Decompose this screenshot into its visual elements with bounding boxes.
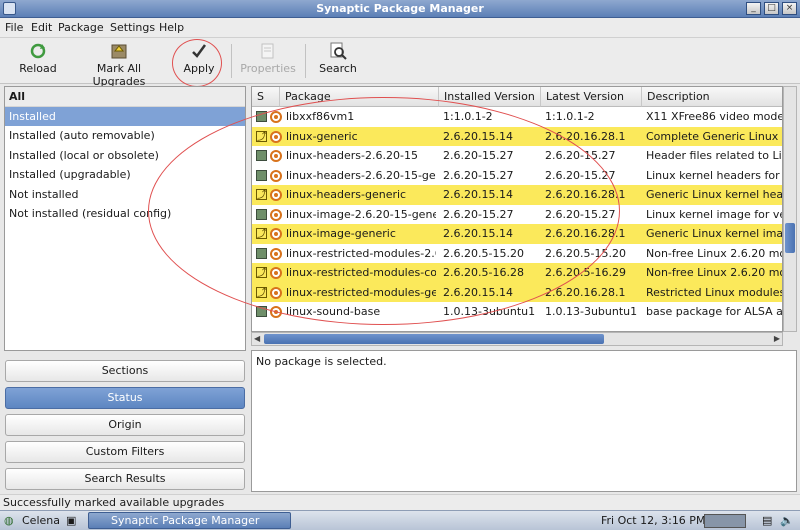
taskbar: ◍ Celena ▣ Synaptic Package Manager Fri …	[0, 510, 800, 530]
maximize-icon[interactable]: □	[764, 2, 779, 15]
packages-annotation-ellipse	[148, 97, 620, 325]
menu-package[interactable]: Package	[58, 21, 104, 34]
toolbar-separator	[305, 44, 306, 78]
menu-edit[interactable]: Edit	[31, 21, 52, 34]
description-cell: Complete Generic Linux ker	[646, 129, 782, 143]
network-icon[interactable]: ▤	[762, 513, 772, 529]
workspace-switcher[interactable]	[704, 514, 746, 528]
scroll-left-icon[interactable]: ◀	[254, 334, 260, 343]
apply-annotation-circle	[172, 39, 222, 87]
taskbar-window-label: Synaptic Package Manager	[111, 514, 260, 527]
description-cell: Restricted Linux modules fo	[646, 285, 783, 299]
custom-filters-button[interactable]: Custom Filters	[5, 441, 245, 463]
filter-installed[interactable]: Installed	[5, 106, 245, 126]
reload-icon	[30, 43, 46, 59]
menu-settings[interactable]: Settings	[110, 21, 155, 34]
menu-bar: File Edit Package Settings Help	[0, 18, 800, 38]
horizontal-scroll-thumb[interactable]	[264, 334, 604, 344]
latest-version-cell: 1.0.13-3ubuntu1	[545, 305, 638, 318]
window-title: Synaptic Package Manager	[316, 2, 484, 15]
clock[interactable]: Fri Oct 12, 3:16 PM	[601, 513, 705, 529]
menu-file[interactable]: File	[5, 21, 23, 34]
mark-all-upgrades-button[interactable]: Mark All Upgrades	[70, 42, 168, 88]
search-button[interactable]: Search	[316, 42, 360, 75]
description-cell: Generic Linux kernel heade	[646, 188, 783, 201]
detail-text: No package is selected.	[256, 355, 387, 368]
menu-logo-icon[interactable]: ◍	[4, 513, 14, 529]
minimize-icon[interactable]: _	[746, 2, 761, 15]
reload-button[interactable]: Reload	[18, 42, 58, 75]
upgrade-box-icon	[111, 44, 127, 59]
column-header-description[interactable]: Description	[642, 87, 782, 107]
status-bar: Successfully marked available upgrades	[0, 494, 800, 510]
taskbar-window-button[interactable]: Synaptic Package Manager	[88, 512, 291, 529]
description-cell: Non-free Linux 2.6.20 modu	[646, 246, 782, 260]
toolbar-separator	[231, 44, 232, 78]
close-icon[interactable]: ×	[782, 2, 797, 15]
vertical-scroll-thumb[interactable]	[785, 223, 795, 253]
filter-all[interactable]: All	[5, 87, 245, 107]
status-button[interactable]: Status	[5, 387, 245, 409]
status-text: Successfully marked available upgrades	[3, 496, 225, 509]
description-cell: Linux kernel headers for ver	[646, 168, 782, 182]
description-cell: X11 XFree86 video mode ex	[646, 110, 783, 123]
show-desktop-icon[interactable]: ▣	[66, 513, 76, 529]
sections-button[interactable]: Sections	[5, 360, 245, 382]
properties-icon	[261, 43, 274, 59]
origin-button[interactable]: Origin	[5, 414, 245, 436]
search-results-button[interactable]: Search Results	[5, 468, 245, 490]
search-icon	[330, 42, 347, 60]
description-cell: Generic Linux kernel image	[646, 227, 783, 240]
title-bar: Synaptic Package Manager _ □ ×	[0, 0, 800, 18]
description-cell: Linux kernel image for versi	[646, 207, 782, 221]
user-label[interactable]: Celena	[22, 513, 60, 529]
latest-version-cell: 1:1.0.1-2	[545, 110, 595, 123]
properties-button[interactable]: Properties	[240, 42, 296, 75]
description-cell: Non-free Linux 2.6.20 modu	[646, 266, 782, 279]
package-detail-pane: No package is selected.	[251, 350, 797, 492]
column-header-latest-version[interactable]: Latest Version	[541, 87, 642, 107]
description-cell: base package for ALSA and	[646, 305, 783, 318]
menu-help[interactable]: Help	[159, 21, 184, 34]
vertical-scrollbar[interactable]	[783, 86, 797, 332]
column-header-status[interactable]: S	[252, 87, 280, 107]
horizontal-scrollbar[interactable]: ◀ ▶	[251, 332, 783, 346]
scroll-right-icon[interactable]: ▶	[774, 334, 780, 343]
toolbar: Reload Mark All Upgrades Apply Propertie…	[0, 38, 800, 88]
volume-icon[interactable]: 🔈	[780, 513, 794, 529]
description-cell: Header files related to Linu	[646, 149, 783, 162]
